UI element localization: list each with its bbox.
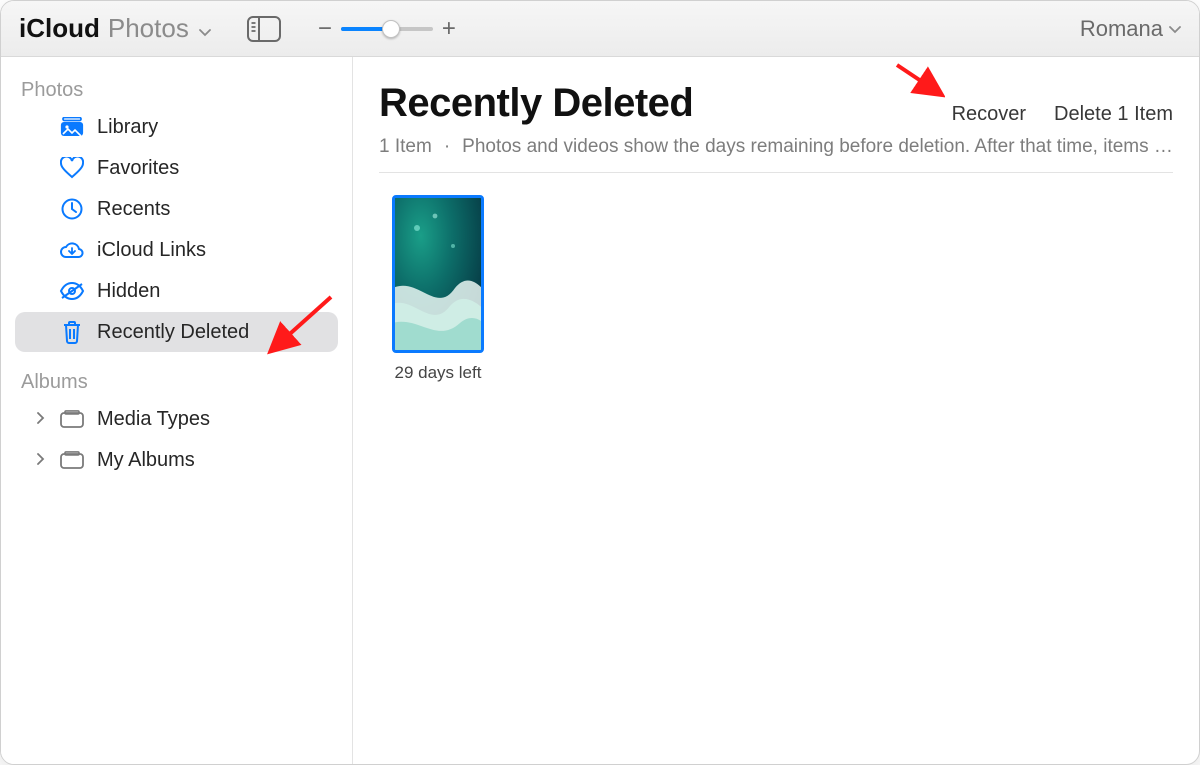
sidebar-section-label: Albums — [1, 353, 352, 398]
zoom-control: − + — [317, 17, 457, 41]
sidebar-item-recents[interactable]: Recents — [15, 189, 338, 229]
trash-icon — [59, 320, 85, 344]
content: Recently Deleted Recover Delete 1 Item 1… — [353, 57, 1199, 764]
chevron-down-icon — [1169, 21, 1181, 37]
app-title-bold: iCloud — [19, 13, 100, 44]
action-bar: Recover Delete 1 Item — [952, 103, 1173, 126]
content-header: Recently Deleted Recover Delete 1 Item — [379, 81, 1173, 126]
sidebar-item-media-types[interactable]: Media Types — [15, 399, 338, 439]
account-name: Romana — [1080, 16, 1163, 42]
chevron-right-icon — [37, 411, 45, 427]
zoom-in-button[interactable]: + — [441, 17, 457, 41]
folder-icon — [59, 410, 85, 428]
photo-item[interactable]: 29 days left — [379, 195, 497, 383]
sidebar-section-label: Photos — [1, 71, 352, 106]
photo-thumbnail — [392, 195, 484, 353]
delete-button[interactable]: Delete 1 Item — [1054, 103, 1173, 126]
zoom-slider[interactable] — [341, 27, 433, 31]
window: iCloud Photos − + Roman — [0, 0, 1200, 765]
app-title-dropdown[interactable]: iCloud Photos — [19, 13, 211, 44]
item-count: 1 Item — [379, 136, 432, 158]
body: Photos Library Favorites Recents — [1, 57, 1199, 764]
zoom-out-button[interactable]: − — [317, 17, 333, 41]
recover-button[interactable]: Recover — [952, 103, 1026, 126]
sidebar: Photos Library Favorites Recents — [1, 57, 353, 764]
account-dropdown[interactable]: Romana — [1080, 16, 1181, 42]
app-title-light: Photos — [108, 13, 189, 44]
clock-icon — [59, 198, 85, 220]
folder-icon — [59, 451, 85, 469]
zoom-slider-knob[interactable] — [382, 20, 400, 38]
chevron-down-icon — [197, 24, 211, 40]
cloud-icon — [59, 241, 85, 259]
days-left-label: 29 days left — [395, 363, 482, 383]
page-title: Recently Deleted — [379, 81, 693, 126]
description-text: Photos and videos show the days remainin… — [462, 136, 1173, 158]
photo-library-icon — [59, 117, 85, 137]
sidebar-item-hidden[interactable]: Hidden — [15, 271, 338, 311]
sidebar-item-label: Recently Deleted — [59, 321, 249, 344]
sidebar-item-recently-deleted[interactable]: Recently Deleted — [15, 312, 338, 352]
sidebar-item-my-albums[interactable]: My Albums — [15, 440, 338, 480]
thumbnail-grid: 29 days left — [379, 173, 1173, 383]
eye-slash-icon — [59, 282, 85, 300]
toolbar: iCloud Photos − + Roman — [1, 1, 1199, 57]
sidebar-item-favorites[interactable]: Favorites — [15, 148, 338, 188]
sidebar-item-icloud-links[interactable]: iCloud Links — [15, 230, 338, 270]
sidebar-toggle-button[interactable] — [247, 16, 281, 42]
subheader: 1 Item · Photos and videos show the days… — [379, 126, 1173, 173]
heart-icon — [59, 157, 85, 179]
sidebar-item-library[interactable]: Library — [15, 107, 338, 147]
chevron-right-icon — [37, 452, 45, 468]
